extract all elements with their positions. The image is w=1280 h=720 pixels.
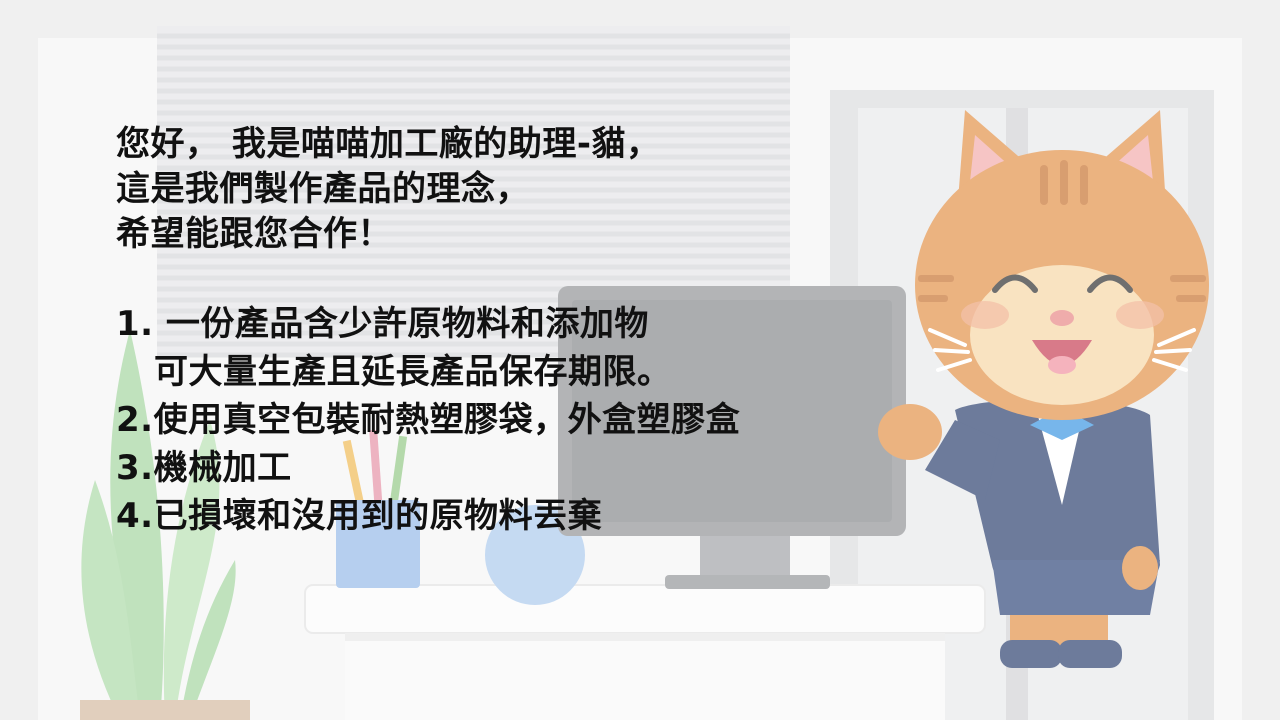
principles-list: 1. 一份產品含少許原物料和添加物 可大量生產且延長產品保存期限。 2.使用真空… [116, 300, 740, 540]
list-item-continuation: 可大量生產且延長產品保存期限。 [154, 352, 672, 392]
intro-line: 您好， 我是喵喵加工廠的助理-貓， [116, 124, 661, 164]
intro-line: 希望能跟您合作！ [116, 214, 392, 254]
list-item: 2.使用真空包裝耐熱塑膠袋，外盒塑膠盒 [116, 400, 741, 440]
list-item: 3.機械加工 [116, 448, 292, 488]
slide: 您好， 我是喵喵加工廠的助理-貓， 這是我們製作產品的理念， 希望能跟您合作！ … [0, 0, 1280, 720]
slide-text: 您好， 我是喵喵加工廠的助理-貓， 這是我們製作產品的理念， 希望能跟您合作！ … [116, 122, 740, 540]
list-item: 1. 一份產品含少許原物料和添加物 [116, 304, 649, 344]
intro: 您好， 我是喵喵加工廠的助理-貓， 這是我們製作產品的理念， 希望能跟您合作！ [116, 122, 740, 257]
list-item: 4.已損壞和沒用到的原物料丟棄 [116, 496, 603, 536]
intro-line: 這是我們製作產品的理念， [116, 169, 530, 209]
